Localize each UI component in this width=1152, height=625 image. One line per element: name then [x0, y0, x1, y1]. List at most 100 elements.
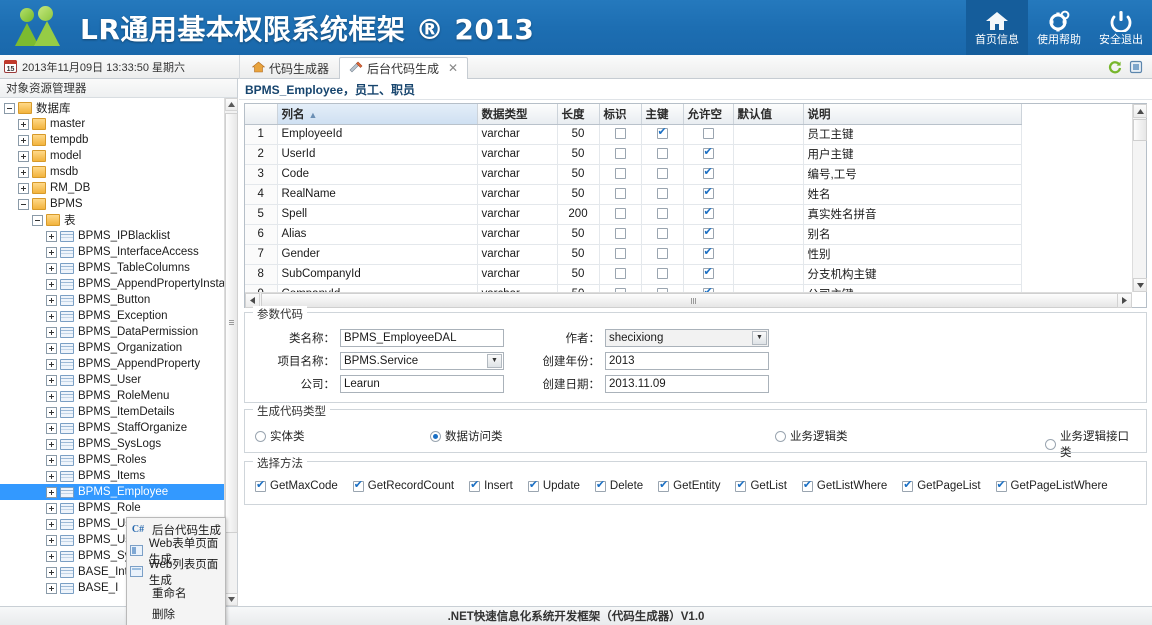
table-row[interactable]: 8SubCompanyIdvarchar50 分支机构主键 [245, 264, 1022, 285]
method-checkbox-delete[interactable]: Delete [594, 479, 643, 492]
checkbox-checked-icon[interactable] [702, 146, 714, 160]
tree-node[interactable]: BPMS_TableColumns [0, 260, 224, 276]
checkbox-unchecked-icon[interactable] [614, 148, 626, 160]
column-header-default[interactable]: 默认值 [733, 104, 804, 125]
tree-expand-icon[interactable] [46, 566, 57, 578]
tree-expand-icon[interactable] [46, 486, 57, 498]
cell-nullable-checkbox[interactable] [683, 124, 734, 145]
cell-pk-checkbox[interactable] [641, 264, 684, 285]
checkbox-checked-icon[interactable] [469, 479, 481, 492]
tree-node[interactable]: master [0, 116, 224, 132]
window-icon[interactable] [1128, 59, 1144, 75]
tree-node[interactable]: BPMS_Role [0, 500, 224, 516]
grid-vertical-scrollbar[interactable] [1132, 104, 1147, 292]
tree-expand-icon[interactable] [46, 502, 57, 514]
grid-horizontal-scroll-thumb[interactable] [261, 293, 1126, 308]
table-row[interactable]: 9CompanyIdvarchar50 公司主键 [245, 284, 1022, 292]
cell-nullable-checkbox[interactable] [683, 264, 734, 285]
checkbox-unchecked-icon[interactable] [656, 208, 668, 220]
cell-identity-checkbox[interactable] [599, 124, 642, 145]
table-row[interactable]: 3Codevarchar50 编号,工号 [245, 164, 1022, 185]
tree-node[interactable]: BPMS [0, 196, 224, 212]
cell-nullable-checkbox[interactable] [683, 184, 734, 205]
cell-pk-checkbox[interactable] [641, 224, 684, 245]
column-header-rownum[interactable] [245, 104, 278, 125]
checkbox-checked-icon[interactable] [702, 166, 714, 180]
tree-context-menu[interactable]: C# 后台代码生成 Web表单页面生成 Web列表页面生成 重命名 删除 [126, 517, 226, 625]
checkbox-checked-icon[interactable] [658, 479, 670, 492]
cell-pk-checkbox[interactable] [641, 284, 684, 292]
gen-type-radio-0[interactable]: 实体类 [255, 428, 305, 444]
tree-node[interactable]: BPMS_ItemDetails [0, 404, 224, 420]
tree-node[interactable]: BPMS_Exception [0, 308, 224, 324]
column-header-nullable[interactable]: 允许空 [683, 104, 734, 125]
tree-node[interactable]: msdb [0, 164, 224, 180]
grid-scroll-up-icon[interactable] [1133, 104, 1147, 118]
tree-expand-icon[interactable] [46, 230, 57, 242]
checkbox-unchecked-icon[interactable] [656, 268, 668, 280]
radio-unselected-icon[interactable] [255, 430, 266, 442]
gen-type-radio-1[interactable]: 数据访问类 [430, 428, 503, 444]
tree-node[interactable]: 数据库 [0, 100, 224, 116]
tree-expand-icon[interactable] [46, 582, 57, 594]
tree-node[interactable]: BPMS_Employee [0, 484, 224, 500]
tree-expand-icon[interactable] [46, 518, 57, 530]
refresh-icon[interactable] [1107, 59, 1123, 75]
radio-selected-icon[interactable] [430, 430, 441, 442]
method-checkbox-getlist[interactable]: GetList [735, 479, 787, 492]
checkbox-unchecked-icon[interactable] [614, 228, 626, 240]
checkbox-checked-icon[interactable] [527, 479, 539, 492]
method-checkbox-getpagelist[interactable]: GetPageList [902, 479, 981, 492]
tree-node[interactable]: BPMS_StaffOrganize [0, 420, 224, 436]
method-checkbox-getpagelistwhere[interactable]: GetPageListWhere [995, 479, 1108, 492]
method-checkbox-insert[interactable]: Insert [469, 479, 513, 492]
checkbox-checked-icon[interactable] [995, 479, 1007, 492]
column-header-identity[interactable]: 标识 [599, 104, 642, 125]
tree-expand-icon[interactable] [46, 406, 57, 418]
tree-node[interactable]: BPMS_DataPermission [0, 324, 224, 340]
tree-expand-icon[interactable] [46, 326, 57, 338]
sidebar-scroll-down-icon[interactable] [225, 593, 238, 606]
cell-pk-checkbox[interactable] [641, 124, 684, 145]
cell-identity-checkbox[interactable] [599, 224, 642, 245]
grid-horizontal-scrollbar[interactable] [245, 292, 1132, 308]
checkbox-checked-icon[interactable] [702, 266, 714, 280]
tree-expand-icon[interactable] [46, 454, 57, 466]
cell-identity-checkbox[interactable] [599, 184, 642, 205]
checkbox-checked-icon[interactable] [702, 206, 714, 220]
radio-unselected-icon[interactable] [1045, 438, 1056, 450]
checkbox-checked-icon[interactable] [594, 479, 606, 492]
tree-node[interactable]: BPMS_RoleMenu [0, 388, 224, 404]
tree-expand-icon[interactable] [46, 310, 57, 322]
table-row[interactable]: 5Spellvarchar200 真实姓名拼音 [245, 204, 1022, 225]
header-button-help[interactable]: 使用帮助 [1028, 0, 1090, 55]
checkbox-checked-icon[interactable] [702, 226, 714, 240]
gen-type-radio-2[interactable]: 业务逻辑类 [775, 428, 848, 444]
cell-identity-checkbox[interactable] [599, 244, 642, 265]
tree-collapse-icon[interactable] [18, 198, 29, 210]
tree-expand-icon[interactable] [18, 166, 29, 178]
table-row[interactable]: 1EmployeeIdvarchar50 员工主键 [245, 124, 1022, 145]
cell-pk-checkbox[interactable] [641, 244, 684, 265]
tree-node[interactable]: BPMS_Button [0, 292, 224, 308]
cell-nullable-checkbox[interactable] [683, 144, 734, 165]
context-menu-item[interactable]: 删除 [127, 603, 225, 624]
tree-node[interactable]: BPMS_AppendProperty [0, 356, 224, 372]
tree-expand-icon[interactable] [46, 390, 57, 402]
author-select[interactable]: shecixiong ▼ [605, 329, 769, 347]
tab-backend-code-generation[interactable]: 后台代码生成 ✕ [339, 56, 469, 79]
checkbox-unchecked-icon[interactable] [656, 248, 668, 260]
cell-pk-checkbox[interactable] [641, 164, 684, 185]
tree-node[interactable]: model [0, 148, 224, 164]
checkbox-checked-icon[interactable] [255, 479, 266, 492]
column-header-type[interactable]: 数据类型 [477, 104, 558, 125]
checkbox-unchecked-icon[interactable] [614, 168, 626, 180]
table-row[interactable]: 2UserIdvarchar50 用户主键 [245, 144, 1022, 165]
checkbox-checked-icon[interactable] [702, 246, 714, 260]
create-date-input[interactable]: 2013.11.09 [605, 375, 769, 393]
checkbox-checked-icon[interactable] [902, 479, 914, 492]
tree-expand-icon[interactable] [18, 118, 29, 130]
tree-expand-icon[interactable] [46, 438, 57, 450]
tree-expand-icon[interactable] [46, 342, 57, 354]
method-checkbox-update[interactable]: Update [527, 479, 580, 492]
